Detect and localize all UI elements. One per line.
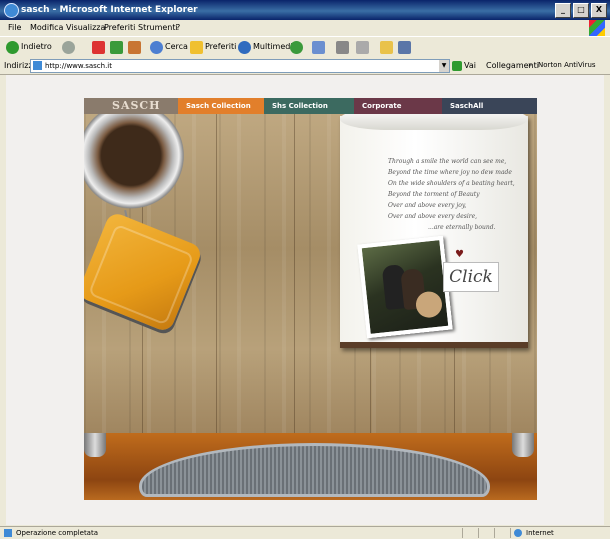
- go-arrow-icon: [452, 60, 462, 71]
- menu-visualizza[interactable]: Visualizza: [66, 20, 105, 36]
- folder-button[interactable]: [380, 40, 393, 54]
- links-chevron-icon[interactable]: »: [528, 57, 532, 74]
- back-button[interactable]: Indietro: [6, 40, 52, 54]
- menu-help[interactable]: ?: [176, 20, 180, 36]
- windows-logo-icon: [589, 20, 605, 36]
- forward-button[interactable]: [62, 40, 75, 54]
- nav-corporate[interactable]: Corporate: [354, 98, 442, 114]
- nav-shs-collection[interactable]: Shs Collection: [264, 98, 354, 114]
- go-button[interactable]: Vai: [452, 59, 476, 72]
- search-button[interactable]: Cerca: [150, 40, 188, 54]
- forward-arrow-icon: [62, 40, 75, 54]
- edit-button[interactable]: [356, 40, 369, 54]
- click-button[interactable]: Click: [443, 262, 499, 292]
- menu-bar: File Modifica Visualizza Preferiti Strum…: [0, 20, 610, 36]
- site-logo[interactable]: SASCH: [84, 98, 178, 114]
- back-label: Indietro: [21, 42, 52, 51]
- address-bar: Indirizzo http://www.sasch.it ▼ Vai Coll…: [0, 57, 610, 75]
- status-text: Operazione completata: [16, 529, 99, 537]
- home-button[interactable]: [128, 40, 141, 54]
- media-button[interactable]: Multimedia: [238, 40, 297, 54]
- maximize-button[interactable]: □: [573, 3, 589, 18]
- poem-text: Through a smile the world can see me, Be…: [388, 158, 515, 231]
- chair-arm-left: [84, 433, 106, 457]
- refresh-button[interactable]: [110, 40, 123, 54]
- window-controls: _ □ X: [555, 3, 607, 18]
- toolbar: Indietro Cerca Preferiti Multimedia: [0, 36, 610, 58]
- heart-icon: ♥: [455, 249, 464, 260]
- address-dropdown-icon[interactable]: ▼: [439, 60, 449, 72]
- nav-saschall[interactable]: SaschAll: [442, 98, 537, 114]
- stop-icon: [92, 40, 105, 54]
- site-nav: SASCH Sasch Collection Shs Collection Co…: [84, 98, 537, 114]
- print-icon: [336, 40, 349, 54]
- favorites-button[interactable]: Preferiti: [190, 40, 236, 54]
- history-icon: [290, 40, 303, 54]
- print-button[interactable]: [336, 40, 349, 54]
- mail-button[interactable]: [312, 40, 325, 54]
- history-button[interactable]: [290, 40, 303, 54]
- home-icon: [128, 40, 141, 54]
- mail-icon: [312, 40, 325, 54]
- minimize-button[interactable]: _: [555, 3, 571, 18]
- page-icon: [33, 61, 42, 70]
- back-arrow-icon: [6, 40, 19, 54]
- window-title: sasch - Microsoft Internet Explorer: [21, 5, 198, 15]
- zone-label: Internet: [526, 529, 554, 537]
- chair-arm-right: [512, 433, 534, 457]
- ie-logo-icon: [4, 3, 19, 18]
- messenger-icon: [398, 40, 411, 54]
- favorites-label: Preferiti: [205, 42, 237, 51]
- search-icon: [150, 40, 163, 54]
- internet-zone-icon: [514, 529, 522, 537]
- menu-strumenti[interactable]: Strumenti: [138, 20, 178, 36]
- address-url: http://www.sasch.it: [45, 62, 112, 70]
- status-bar: Operazione completata Internet: [0, 526, 610, 539]
- edit-icon: [356, 40, 369, 54]
- media-icon: [238, 40, 251, 54]
- antivirus-label[interactable]: Norton AntiVirus: [538, 57, 596, 74]
- sasch-site: SASCH Sasch Collection Shs Collection Co…: [84, 98, 537, 500]
- menu-preferiti[interactable]: Preferiti: [104, 20, 135, 36]
- go-label: Vai: [464, 61, 476, 70]
- page-status-icon: [4, 529, 12, 537]
- poem-scroll: Through a smile the world can see me, Be…: [340, 108, 528, 348]
- search-label: Cerca: [165, 42, 188, 51]
- star-icon: [190, 40, 203, 54]
- folder-icon: [380, 40, 393, 54]
- address-input[interactable]: http://www.sasch.it ▼: [30, 59, 450, 73]
- close-button[interactable]: X: [591, 3, 607, 18]
- couple-photo[interactable]: [357, 235, 453, 339]
- nav-sasch-collection[interactable]: Sasch Collection: [178, 98, 264, 114]
- stop-button[interactable]: [92, 40, 105, 54]
- messenger-button[interactable]: [398, 40, 411, 54]
- title-bar: sasch - Microsoft Internet Explorer _ □ …: [0, 0, 610, 20]
- refresh-icon: [110, 40, 123, 54]
- menu-file[interactable]: File: [8, 20, 21, 36]
- menu-modifica[interactable]: Modifica: [30, 20, 63, 36]
